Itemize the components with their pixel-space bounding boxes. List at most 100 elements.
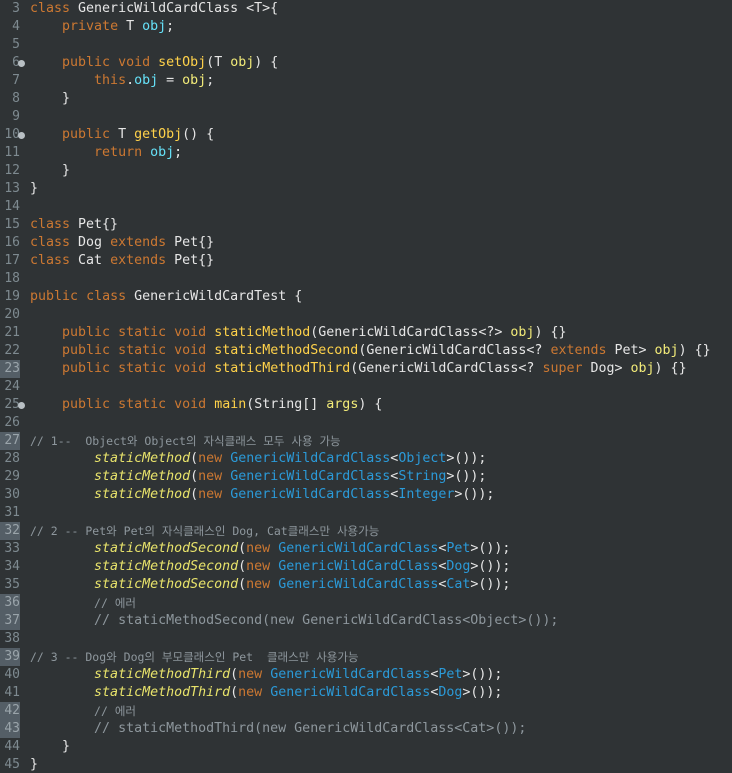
code-line[interactable]: 17 class Cat extends Pet{} xyxy=(0,252,732,270)
code-token-def xyxy=(30,397,62,412)
code-token-def xyxy=(30,704,94,719)
code-token-def: Pet{} xyxy=(166,253,215,268)
code-editor[interactable]: 3 class GenericWildCardClass <T>{4 privat… xyxy=(0,0,732,773)
code-line[interactable]: 5 xyxy=(0,36,732,54)
code-token-kw: return xyxy=(94,145,143,160)
line-number: 22 xyxy=(4,343,20,358)
code-token-def: ( xyxy=(190,451,199,466)
code-line[interactable]: 35 staticMethodSecond(new GenericWildCar… xyxy=(0,576,732,594)
code-token-def xyxy=(166,397,174,412)
code-line[interactable]: 11 return obj; xyxy=(0,144,732,162)
code-text: staticMethod(new GenericWildCardClass<Ob… xyxy=(30,450,486,468)
line-number: 28 xyxy=(4,451,20,466)
code-token-def: ( xyxy=(238,577,247,592)
line-number: 40 xyxy=(4,667,20,682)
code-token-kw: void xyxy=(174,397,207,412)
line-number: 30 xyxy=(4,487,20,502)
code-token-def: ) { xyxy=(358,397,383,412)
code-line[interactable]: 34 staticMethodSecond(new GenericWildCar… xyxy=(0,558,732,576)
code-token-def xyxy=(30,721,94,736)
code-token-def: ; xyxy=(166,19,175,34)
code-line[interactable]: 39 // 3 -- Dog와 Dog의 부모클래스인 Pet 클래스만 사용가능 xyxy=(0,648,732,666)
code-token-def xyxy=(30,541,94,556)
code-token-kw: static xyxy=(118,325,167,340)
code-token-gclass: GenericWildCardClass xyxy=(270,685,431,700)
code-text: // 2 -- Pet와 Pet의 자식클래스인 Dog, Cat클래스만 사용… xyxy=(30,522,379,540)
code-line[interactable]: 27 // 1-- Object와 Object의 자식클래스 모두 사용 가능 xyxy=(0,432,732,450)
code-line[interactable]: 4 private T obj; xyxy=(0,18,732,36)
code-token-def xyxy=(30,343,62,358)
code-token-def: } xyxy=(30,163,71,178)
code-text: } xyxy=(30,738,70,756)
code-line[interactable]: 25 public static void main(String[] args… xyxy=(0,396,732,414)
code-token-methodx: staticMethod xyxy=(214,325,311,340)
code-token-smethod: staticMethodSecond xyxy=(94,541,239,556)
code-token-smethod: staticMethodSecond xyxy=(94,577,239,592)
code-line[interactable]: 28 staticMethod(new GenericWildCardClass… xyxy=(0,450,732,468)
code-line[interactable]: 3 class GenericWildCardClass <T>{ xyxy=(0,0,732,18)
code-token-kw: public xyxy=(62,343,111,358)
code-line[interactable]: 44 } xyxy=(0,738,732,756)
code-text: class Pet{} xyxy=(30,216,118,234)
code-line[interactable]: 9 xyxy=(0,108,732,126)
code-line[interactable]: 31 xyxy=(0,504,732,522)
code-line[interactable]: 41 staticMethodThird(new GenericWildCard… xyxy=(0,684,732,702)
code-line[interactable]: 45} xyxy=(0,756,732,773)
code-line[interactable]: 21 public static void staticMethod(Gener… xyxy=(0,324,732,342)
code-token-def xyxy=(30,127,62,142)
code-token-def xyxy=(78,289,86,304)
fold-toggle-icon[interactable] xyxy=(18,402,25,409)
code-line[interactable]: 32 // 2 -- Pet와 Pet의 자식클래스인 Dog, Cat클래스만 … xyxy=(0,522,732,540)
code-text: staticMethodSecond(new GenericWildCardCl… xyxy=(30,558,510,576)
code-line[interactable]: 40 staticMethodThird(new GenericWildCard… xyxy=(0,666,732,684)
code-line[interactable]: 20 xyxy=(0,306,732,324)
fold-toggle-icon[interactable] xyxy=(18,60,25,67)
code-token-kw: extends xyxy=(550,343,607,358)
code-line[interactable]: 36 // 에러 xyxy=(0,594,732,612)
code-line[interactable]: 37 // staticMethodSecond(new GenericWild… xyxy=(0,612,732,630)
code-line[interactable]: 23 public static void staticMethodThird(… xyxy=(0,360,732,378)
code-line[interactable]: 16 class Dog extends Pet{} xyxy=(0,234,732,252)
code-line[interactable]: 19 public class GenericWildCardTest { xyxy=(0,288,732,306)
code-token-kw: public xyxy=(62,325,111,340)
code-text: public T getObj() { xyxy=(30,126,214,144)
code-line[interactable]: 14 xyxy=(0,198,732,216)
code-token-kw: static xyxy=(118,343,167,358)
code-token-kw: new xyxy=(198,451,223,466)
code-token-smethod: staticMethod xyxy=(94,469,191,484)
line-number: 11 xyxy=(4,145,20,160)
code-line[interactable]: 42 // 에러 xyxy=(0,702,732,720)
code-token-def: Pet{} xyxy=(166,235,215,250)
code-token-kw: public xyxy=(62,127,111,142)
code-token-gtype: Pet xyxy=(446,541,471,556)
line-number: 26 xyxy=(4,415,20,430)
code-line[interactable]: 30 staticMethod(new GenericWildCardClass… xyxy=(0,486,732,504)
code-token-kw: new xyxy=(246,559,271,574)
code-line[interactable]: 13} xyxy=(0,180,732,198)
line-number: 35 xyxy=(4,577,20,592)
code-line[interactable]: 12 } xyxy=(0,162,732,180)
fold-toggle-icon[interactable] xyxy=(18,132,25,139)
code-token-def xyxy=(30,361,62,376)
code-line[interactable]: 43 // staticMethodThird(new GenericWildC… xyxy=(0,720,732,738)
code-token-comment: // 에러 xyxy=(94,704,136,718)
code-token-param: args xyxy=(326,397,359,412)
code-line[interactable]: 26 xyxy=(0,414,732,432)
code-line[interactable]: 22 public static void staticMethodSecond… xyxy=(0,342,732,360)
code-line[interactable]: 10 public T getObj() { xyxy=(0,126,732,144)
code-line[interactable]: 8 } xyxy=(0,90,732,108)
code-line[interactable]: 6 public void setObj(T obj) { xyxy=(0,54,732,72)
code-line[interactable]: 18 xyxy=(0,270,732,288)
code-token-kw: class xyxy=(30,1,71,16)
code-line[interactable]: 15 class Pet{} xyxy=(0,216,732,234)
code-text: // 1-- Object와 Object의 자식클래스 모두 사용 가능 xyxy=(30,432,341,450)
code-token-def: ( xyxy=(238,541,247,556)
code-token-gclass: GenericWildCardClass xyxy=(270,667,431,682)
code-token-def xyxy=(206,343,214,358)
code-line[interactable]: 33 staticMethodSecond(new GenericWildCar… xyxy=(0,540,732,558)
code-token-def xyxy=(222,451,230,466)
code-line[interactable]: 7 this.obj = obj; xyxy=(0,72,732,90)
code-line[interactable]: 29 staticMethod(new GenericWildCardClass… xyxy=(0,468,732,486)
code-line[interactable]: 38 xyxy=(0,630,732,648)
code-line[interactable]: 24 xyxy=(0,378,732,396)
